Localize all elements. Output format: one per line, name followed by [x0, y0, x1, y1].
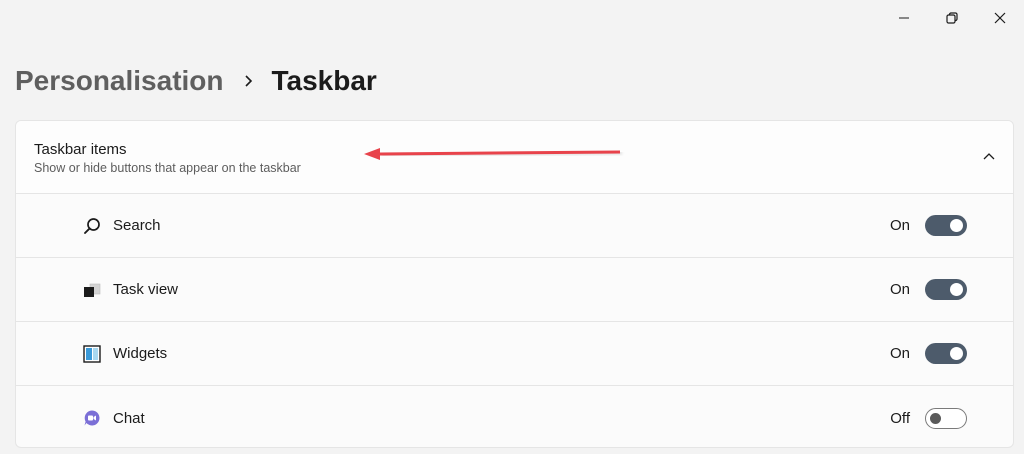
widgets-icon [82, 344, 102, 364]
taskbar-item-widgets: Widgets On [16, 322, 1013, 386]
item-label: Task view [113, 281, 179, 298]
item-state: On [889, 217, 910, 234]
restore-button[interactable] [928, 0, 976, 36]
search-toggle[interactable] [925, 215, 967, 236]
taskbar-item-chat: Chat Off [16, 386, 1013, 447]
toggle-knob [950, 283, 963, 296]
taskbar-items-header[interactable]: Taskbar items Show or hide buttons that … [16, 121, 1013, 194]
section-subtitle: Show or hide buttons that appear on the … [34, 161, 301, 175]
item-state: On [889, 345, 910, 362]
taskbar-items-panel: Taskbar items Show or hide buttons that … [15, 120, 1014, 448]
chevron-right-icon [244, 74, 254, 88]
section-title: Taskbar items [34, 141, 127, 158]
close-icon [994, 12, 1006, 24]
toggle-knob [950, 219, 963, 232]
close-button[interactable] [976, 0, 1024, 36]
item-state: On [889, 281, 910, 298]
taskbar-item-task-view: Task view On [16, 258, 1013, 322]
chat-icon [82, 408, 102, 428]
page-title: Taskbar [271, 65, 377, 96]
annotation-arrow-icon [358, 145, 628, 166]
breadcrumb-parent-link[interactable]: Personalisation [15, 65, 224, 97]
item-state: Off [890, 409, 910, 427]
item-label: Chat [113, 409, 145, 427]
task-view-toggle[interactable] [925, 279, 967, 300]
taskbar-item-search: Search On [16, 194, 1013, 258]
minimize-icon [899, 13, 909, 23]
breadcrumb: Personalisation Taskbar [15, 60, 377, 102]
widgets-toggle[interactable] [925, 343, 967, 364]
task-view-icon [82, 280, 102, 300]
toggle-knob [930, 412, 941, 424]
minimize-button[interactable] [880, 0, 928, 36]
toggle-knob [950, 347, 963, 360]
restore-icon [946, 12, 958, 24]
window-controls [880, 0, 1024, 36]
chat-toggle[interactable] [925, 407, 967, 429]
item-label: Widgets [113, 345, 168, 362]
item-label: Search [113, 217, 161, 234]
collapse-chevron-up-icon[interactable] [979, 146, 999, 166]
search-icon [82, 216, 102, 236]
